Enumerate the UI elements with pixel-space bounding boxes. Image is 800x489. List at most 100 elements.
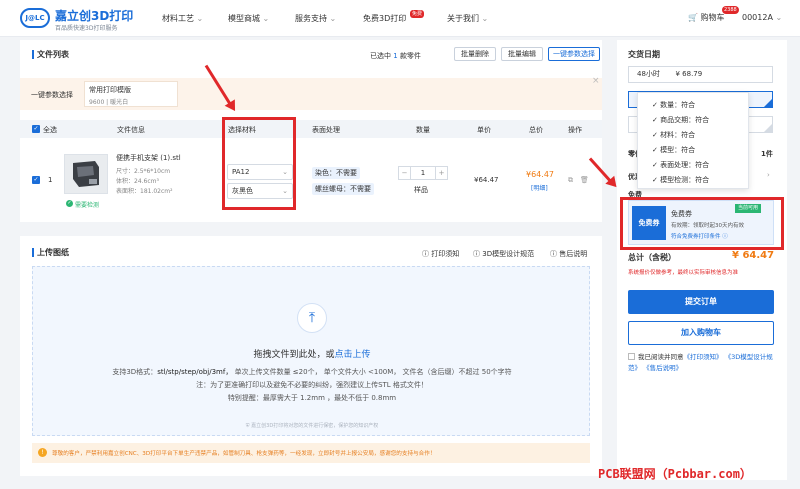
design-spec-link[interactable]: ⓘ 3D模型设计规范 <box>473 249 534 259</box>
file-list-card: 文件列表 已选中 1 款零件 批量删除 批量编辑 一键参数选择 一键参数选择 常… <box>20 40 602 222</box>
cart-icon: 🛒 <box>688 13 698 22</box>
qty-stepper[interactable]: − 1 + <box>398 166 448 180</box>
upload-card: 上传图纸 ⓘ 打印须知 ⓘ 3D模型设计规范 ⓘ 售后说明 ⤒ 拖拽文件到此处，… <box>20 236 602 476</box>
drop-text: 拖拽文件到此处，或点击上传 <box>253 350 371 360</box>
nav-service[interactable]: 服务支持 ⌄ <box>295 13 336 24</box>
corner-check-icon <box>764 124 772 132</box>
help-icon: ⓘ <box>473 250 480 258</box>
watermark-text: PCB联盟网（Pcbbar.com） <box>598 467 752 481</box>
criteria-item: ✓ 材料：符合 <box>652 131 696 139</box>
criteria-item: ✓ 商品交期：符合 <box>652 116 710 124</box>
chevron-down-icon: ⌄ <box>262 14 270 23</box>
brand-logo[interactable]: J@LC <box>20 8 50 28</box>
agree-text: 我已阅读并同意《打印须知》 《3D模型设计规范》 《售后说明》 <box>628 353 773 372</box>
preset-card[interactable]: 常用打印模版 9600 | 暖光白 <box>84 81 178 107</box>
nav-free-print[interactable]: 免费3D打印 <box>363 13 406 24</box>
section-accent <box>32 248 34 257</box>
security-note: ⛨ 嘉立创3D打印将对您的文件进行保密，保护您的知识产权 <box>245 423 379 429</box>
preset-name: 常用打印模版 <box>89 86 131 94</box>
corner-check-icon <box>764 99 772 107</box>
file-surface: 表面积：181.02cm² <box>116 188 173 195</box>
upload-dropzone[interactable]: ⤒ 拖拽文件到此处，或点击上传 支持3D格式：stl/stp/step/obj/… <box>32 266 590 436</box>
select-all-checkbox[interactable]: ✓ <box>32 125 40 133</box>
preset-desc: 9600 | 暖光白 <box>89 99 129 106</box>
table-row: ✓ 1 ✓ 需要检测 便携手机支架 (1).stl 尺寸：2.5*6*10cm … <box>20 138 602 222</box>
format-rule: 支持3D格式：stl/stp/step/obj/3mf， 单次上传文件数量 ≤2… <box>112 368 512 376</box>
warning-text: 尊敬的客户，严禁利用嘉立创CNC、3D打印平台下单生产违禁产品，如管制刀具、枪支… <box>52 451 436 457</box>
warning-bar: ! 尊敬的客户，严禁利用嘉立创CNC、3D打印平台下单生产违禁产品，如管制刀具、… <box>32 443 590 463</box>
batch-delete-button[interactable]: 批量删除 <box>454 47 496 61</box>
delete-icon[interactable]: 🗑 <box>580 176 589 184</box>
info-icon: ⓘ <box>550 250 557 258</box>
col-total: 总价 <box>529 126 543 134</box>
qty-minus-button[interactable]: − <box>399 167 411 179</box>
add-to-cart-button[interactable]: 加入购物车 <box>628 321 774 345</box>
brand-slogan: 百品质快速3D打印服务 <box>55 25 118 32</box>
parts-value: 1件 <box>761 150 773 158</box>
stl-note: 注：为了更准确打印以及避免不必要的纠纷，强烈建议上传STL 格式文件！ <box>196 381 428 389</box>
detect-status: 需要检测 <box>75 202 100 209</box>
total-value: ¥ 64.47 <box>732 250 775 261</box>
detect-icon: ✓ <box>66 200 73 207</box>
col-surface: 表面处理 <box>312 126 340 134</box>
cart-button[interactable]: 🛒 购物车 <box>688 12 725 23</box>
row-checkbox[interactable]: ✓ <box>32 176 40 184</box>
row-index: 1 <box>48 176 53 184</box>
qty-plus-button[interactable]: + <box>435 167 447 179</box>
chevron-down-icon: ⌄ <box>481 14 489 23</box>
criteria-item: ✓ 模型：符合 <box>652 146 696 154</box>
criteria-dropdown: ✓ 数量：符合 ✓ 商品交期：符合 ✓ 材料：符合 ✓ 模型：符合 ✓ 表面处理… <box>637 92 749 189</box>
criteria-item: ✓ 表面处理：符合 <box>652 161 710 169</box>
click-upload-link[interactable]: 点击上传 <box>335 350 371 360</box>
submit-order-button[interactable]: 提交订单 <box>628 290 774 314</box>
file-size: 尺寸：2.5*6*10cm <box>116 168 171 175</box>
dye-tag[interactable]: 染色：不需要 <box>312 167 360 179</box>
close-icon[interactable]: × <box>592 76 600 86</box>
nav-about[interactable]: 关于我们 ⌄ <box>447 13 488 24</box>
criteria-item: ✓ 数量：符合 <box>652 101 696 109</box>
file-list-title: 文件列表 <box>37 50 69 59</box>
print-notice-link[interactable]: ⓘ 打印须知 <box>422 249 459 259</box>
price-detail-link[interactable]: [明细] <box>531 183 548 192</box>
chevron-down-icon: ⌄ <box>775 13 783 22</box>
qty-unit: 样品 <box>414 186 428 194</box>
material-highlight-box <box>222 117 296 210</box>
upload-title: 上传图纸 <box>37 248 69 257</box>
file-name[interactable]: 便携手机支架 (1).stl <box>116 153 181 163</box>
nav-model-store[interactable]: 模型商城 ⌄ <box>228 13 269 24</box>
unit-price: ¥64.47 <box>474 176 499 184</box>
one-click-params-button[interactable]: 一键参数选择 <box>548 47 600 61</box>
warning-icon: ! <box>38 448 47 457</box>
chevron-right-icon[interactable]: › <box>767 171 770 179</box>
delivery-option[interactable]: 48小时 ¥ 68.79 <box>628 66 773 83</box>
after-sale-link[interactable]: ⓘ 售后说明 <box>550 249 587 259</box>
user-menu[interactable]: 00012A ⌄ <box>742 13 782 22</box>
chevron-down-icon: ⌄ <box>196 14 204 23</box>
selected-count-text: 已选中 1 款零件 <box>370 52 421 60</box>
nav-materials[interactable]: 材料工艺 ⌄ <box>162 13 203 24</box>
total-label: 总计（含税） <box>628 253 676 262</box>
batch-edit-button[interactable]: 批量编辑 <box>501 47 543 61</box>
copy-icon[interactable]: ⧉ <box>568 176 573 185</box>
free-badge: 免费 <box>410 10 425 18</box>
price-notice: 系统报价仅做参考，最终以实际审核信息为准 <box>628 270 739 276</box>
total-price: ¥64.47 <box>526 170 554 179</box>
header-bar: J@LC 嘉立创3D打印 百品质快速3D打印服务 材料工艺 ⌄ 模型商城 ⌄ 服… <box>0 0 800 37</box>
criteria-item: ✓ 模型检测：符合 <box>652 176 710 184</box>
model-thumbnail[interactable] <box>64 154 108 194</box>
wall-reminder: 特别提醒：最厚需大于 1.2mm ，最处不低于 0.8mm <box>227 394 397 402</box>
info-icon: ⓘ <box>422 250 429 258</box>
col-actions: 操作 <box>568 126 582 134</box>
delivery-title: 交货日期 <box>628 50 660 59</box>
coupon-highlight-box <box>620 197 784 250</box>
thread-tag[interactable]: 螺丝螺母：不需要 <box>312 183 374 195</box>
col-select-all: 全选 <box>43 126 57 134</box>
col-qty: 数量 <box>416 126 430 134</box>
check-icon: ✓ <box>652 131 658 139</box>
shield-icon: ⛨ <box>245 423 250 429</box>
preset-label: 一键参数选择 <box>31 91 73 99</box>
col-unit-price: 单价 <box>477 126 491 134</box>
qty-input[interactable]: 1 <box>411 167 435 179</box>
check-icon: ✓ <box>652 101 658 109</box>
upload-icon: ⤒ <box>297 303 327 333</box>
